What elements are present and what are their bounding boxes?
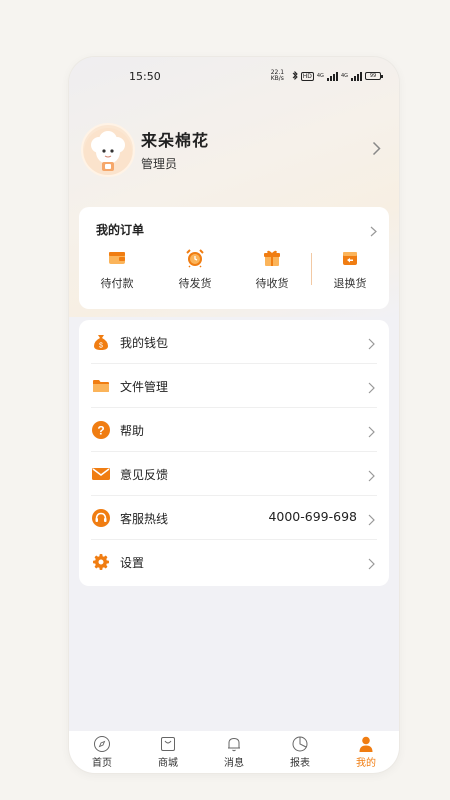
cotton-mascot-icon — [84, 128, 132, 175]
menu-item-hotline[interactable]: 客服热线 4000-699-698 — [91, 496, 377, 540]
menu-item-files[interactable]: 文件管理 — [91, 364, 377, 408]
tab-label: 首页 — [92, 758, 112, 769]
net-type-1: 4G — [316, 73, 324, 79]
net-type-2: 4G — [340, 73, 348, 79]
status-icons: 22.1 KB/s HD 4G 4G 99 — [270, 69, 383, 82]
menu-label: 帮助 — [120, 424, 145, 438]
net-speed: 22.1 KB/s — [270, 69, 285, 82]
order-label: 退换货 — [333, 277, 367, 290]
chevron-right-icon — [368, 467, 375, 486]
hotline-number: 4000-699-698 — [268, 509, 357, 524]
avatar[interactable] — [81, 123, 135, 177]
battery-level: 99 — [369, 73, 377, 79]
order-pending-payment[interactable]: 待付款 — [82, 247, 152, 291]
menu-label: 设置 — [120, 556, 145, 570]
chevron-right-icon — [368, 511, 375, 530]
headset-icon — [91, 508, 111, 528]
help-icon: ? — [91, 420, 111, 440]
tab-label: 商城 — [158, 758, 178, 769]
alarm-clock-icon — [184, 247, 206, 269]
tab-label: 报表 — [290, 758, 310, 769]
person-icon — [357, 735, 375, 753]
menu-item-wallet[interactable]: $ 我的钱包 — [91, 320, 377, 364]
menu-item-help[interactable]: ? 帮助 — [91, 408, 377, 452]
battery-icon: 99 — [365, 72, 383, 80]
menu-label: 我的钱包 — [120, 336, 169, 350]
orders-more-chevron-icon[interactable] — [370, 222, 377, 241]
user-role: 管理员 — [141, 157, 178, 171]
wallet-icon — [106, 247, 128, 269]
svg-text:$: $ — [99, 343, 103, 350]
orders-card: 我的订单 待付款 待发货 待收货 退换货 — [79, 207, 389, 309]
tab-mine[interactable]: 我的 — [341, 735, 391, 769]
tab-reports[interactable]: 报表 — [275, 735, 325, 769]
profile-header[interactable]: 来朵棉花 管理员 — [81, 123, 387, 181]
order-label: 待收货 — [255, 277, 289, 290]
pie-chart-icon — [291, 735, 309, 753]
bell-icon — [225, 735, 243, 753]
bottom-tab-bar: 首页 商城 消息 报表 我的 — [69, 731, 399, 773]
order-return-exchange[interactable]: 退换货 — [315, 247, 385, 291]
shopping-bag-icon — [159, 735, 177, 753]
menu-card: $ 我的钱包 文件管理 ? 帮助 意见反馈 客服热线 4000-699-698 … — [79, 320, 389, 586]
order-label: 待付款 — [100, 277, 134, 290]
order-pending-shipment[interactable]: 待发货 — [160, 247, 230, 291]
chevron-right-icon — [368, 335, 375, 354]
envelope-icon — [91, 464, 111, 484]
user-name: 来朵棉花 — [141, 131, 210, 150]
chevron-right-icon[interactable] — [372, 141, 381, 160]
orders-title: 我的订单 — [96, 223, 145, 237]
phone-screen: 15:50 22.1 KB/s HD 4G 4G 99 来朵棉花 管理员 我的订… — [69, 57, 399, 773]
order-pending-receipt[interactable]: 待收货 — [237, 247, 307, 291]
tab-mall[interactable]: 商城 — [143, 735, 193, 769]
svg-text:?: ? — [97, 424, 104, 438]
money-bag-icon: $ — [91, 332, 111, 352]
gift-box-icon — [261, 247, 283, 269]
signal-icon — [326, 71, 338, 81]
menu-label: 文件管理 — [120, 380, 169, 394]
menu-label: 客服热线 — [120, 512, 169, 526]
return-box-icon — [339, 247, 361, 269]
gear-icon — [91, 552, 111, 572]
tab-label: 消息 — [224, 758, 244, 769]
menu-item-settings[interactable]: 设置 — [91, 540, 377, 584]
order-label: 待发货 — [178, 277, 212, 290]
tab-messages[interactable]: 消息 — [209, 735, 259, 769]
status-bar: 15:50 22.1 KB/s HD 4G 4G 99 — [69, 57, 399, 97]
signal-icon-2 — [351, 71, 362, 81]
bluetooth-icon — [292, 70, 298, 82]
status-time: 15:50 — [129, 70, 161, 83]
folder-icon — [91, 376, 111, 396]
order-divider — [311, 253, 312, 285]
tab-home[interactable]: 首页 — [77, 735, 127, 769]
chevron-right-icon — [368, 555, 375, 574]
chevron-right-icon — [368, 423, 375, 442]
chevron-right-icon — [368, 379, 375, 398]
tab-label: 我的 — [356, 758, 376, 769]
menu-label: 意见反馈 — [120, 468, 169, 482]
menu-item-feedback[interactable]: 意见反馈 — [91, 452, 377, 496]
compass-icon — [93, 735, 111, 753]
hd-badge: HD — [300, 71, 314, 81]
